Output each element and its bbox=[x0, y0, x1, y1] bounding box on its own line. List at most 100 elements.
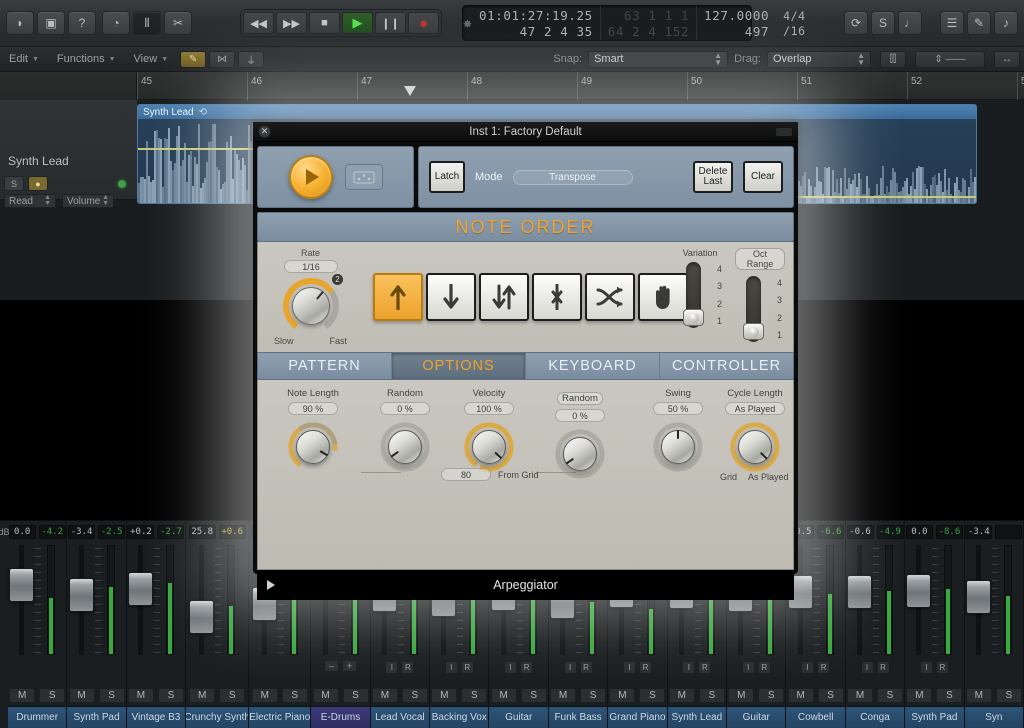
channel-solo-button[interactable]: S bbox=[698, 688, 725, 703]
note-length-random-value[interactable]: 0 % bbox=[380, 402, 430, 415]
playhead[interactable] bbox=[404, 86, 416, 96]
order-up-button[interactable] bbox=[373, 273, 423, 321]
channel-mute-button[interactable]: M bbox=[9, 688, 36, 703]
channel-mute-button[interactable]: M bbox=[906, 688, 933, 703]
channel-input-button[interactable]: I bbox=[741, 661, 755, 674]
forward-button[interactable]: ▶▶ bbox=[276, 12, 307, 34]
channel-plus-button[interactable]: + bbox=[342, 660, 357, 672]
variation-slider[interactable]: 1 2 3 4 bbox=[678, 262, 722, 328]
drag-select[interactable]: Overlap ▲ ▼ bbox=[767, 50, 871, 68]
channel-record-button[interactable]: R bbox=[520, 661, 534, 674]
channel-name[interactable]: Cowbell bbox=[786, 706, 845, 728]
resize-handle-icon[interactable] bbox=[776, 127, 792, 136]
help-icon[interactable]: ? bbox=[68, 11, 96, 35]
rate-value-field[interactable]: 1/16 bbox=[284, 260, 338, 273]
channel-mute-button[interactable]: M bbox=[68, 688, 95, 703]
channel-record-button[interactable]: R bbox=[935, 661, 949, 674]
channel-volume-value[interactable]: -3.4 bbox=[68, 525, 96, 539]
channel-input-button[interactable]: I bbox=[801, 661, 815, 674]
channel-name[interactable]: Lead Vocal bbox=[370, 706, 430, 728]
channel-volume-value[interactable]: -0.6 bbox=[846, 525, 874, 539]
channel-mute-button[interactable]: M bbox=[609, 688, 636, 703]
channel-fader[interactable] bbox=[847, 545, 873, 655]
channel-name[interactable]: Conga bbox=[845, 706, 905, 728]
library-icon[interactable]: ◗ bbox=[6, 11, 34, 35]
channel-name[interactable]: Syn bbox=[964, 706, 1023, 728]
cycle-length-value[interactable]: As Played bbox=[725, 402, 785, 415]
latch-button[interactable]: Latch bbox=[429, 161, 465, 193]
velocity-value[interactable]: 100 % bbox=[464, 402, 514, 415]
channel-solo-button[interactable]: S bbox=[877, 688, 904, 703]
power-on-icon[interactable] bbox=[288, 155, 333, 199]
play-button[interactable]: ▶ bbox=[342, 12, 373, 34]
track-header[interactable]: Synth Lead S ● Read ▲ ▼ Volume ▲ ▼ bbox=[0, 100, 137, 208]
channel-mute-button[interactable]: M bbox=[728, 688, 755, 703]
channel-input-button[interactable]: I bbox=[444, 661, 458, 674]
variation-slider-thumb[interactable] bbox=[683, 309, 704, 326]
oct-range-slider-thumb[interactable] bbox=[743, 323, 764, 340]
channel-volume-value[interactable]: 0.0 bbox=[8, 525, 36, 539]
channel-mute-button[interactable]: M bbox=[490, 688, 517, 703]
channel-volume-value[interactable]: 0.0 bbox=[905, 525, 933, 539]
plugin-title-bar[interactable]: ✕ Inst 1: Factory Default bbox=[253, 122, 798, 142]
scissors-icon[interactable]: ✂ bbox=[164, 11, 192, 35]
channel-name[interactable]: E-Drums bbox=[311, 706, 370, 728]
mixer-channel-strip[interactable]: 0.0 -8.6 I R M S Synth Pad bbox=[905, 521, 965, 728]
swing-knob[interactable] bbox=[651, 420, 705, 474]
channel-mute-button[interactable]: M bbox=[965, 688, 992, 703]
channel-solo-button[interactable]: S bbox=[758, 688, 785, 703]
loops-icon[interactable]: ♪ bbox=[994, 11, 1018, 35]
channel-mute-button[interactable]: M bbox=[431, 688, 458, 703]
channel-input-button[interactable]: I bbox=[860, 661, 874, 674]
channel-mute-button[interactable]: M bbox=[787, 688, 814, 703]
channel-name[interactable]: Drummer bbox=[8, 706, 67, 728]
channel-name[interactable]: Synth Lead bbox=[667, 706, 727, 728]
channel-input-button[interactable]: I bbox=[682, 661, 696, 674]
swing-value[interactable]: 50 % bbox=[653, 402, 703, 415]
channel-peak-value[interactable]: -4.9 bbox=[876, 525, 904, 539]
velocity-sub-value[interactable]: 80 bbox=[441, 468, 491, 481]
vertical-zoom-icon[interactable]: ⇕ —— bbox=[915, 50, 985, 68]
channel-name[interactable]: Funk Bass bbox=[548, 706, 608, 728]
smart-controls-icon[interactable]: ◔ bbox=[102, 11, 130, 35]
channel-name[interactable]: Crunchy Synth bbox=[186, 706, 249, 728]
automation-mode-select[interactable]: Read ▲ ▼ bbox=[4, 194, 56, 208]
channel-input-button[interactable]: I bbox=[622, 661, 636, 674]
channel-solo-button[interactable]: S bbox=[936, 688, 963, 703]
tab-pattern[interactable]: PATTERN bbox=[258, 353, 392, 379]
channel-volume-value[interactable]: +0.2 bbox=[127, 525, 155, 539]
snap-select[interactable]: Smart ▲ ▼ bbox=[588, 50, 729, 68]
channel-name[interactable]: Guitar bbox=[727, 706, 786, 728]
oct-range-label[interactable]: Oct Range bbox=[735, 248, 785, 270]
channel-input-button[interactable]: I bbox=[919, 661, 933, 674]
channel-name[interactable]: Synth Pad bbox=[905, 706, 964, 728]
channel-record-button[interactable]: R bbox=[579, 661, 593, 674]
filter-icon[interactable]: ⏚ bbox=[238, 50, 265, 68]
mixer-channel-strip[interactable]: 25.8 +0.6 M S Crunchy Synth bbox=[186, 521, 250, 728]
clear-button[interactable]: Clear bbox=[743, 161, 783, 193]
note-length-knob[interactable] bbox=[286, 420, 340, 474]
cycle-icon[interactable]: ⟳ bbox=[844, 11, 868, 35]
channel-name[interactable]: Backing Vox bbox=[430, 706, 489, 728]
automation-param-select[interactable]: Volume ▲ ▼ bbox=[62, 194, 114, 208]
horizontal-zoom-icon[interactable]: ↔ bbox=[994, 50, 1020, 68]
channel-input-button[interactable]: I bbox=[385, 661, 399, 674]
channel-record-button[interactable]: R bbox=[698, 661, 712, 674]
channel-fader[interactable] bbox=[127, 545, 153, 655]
mixer-channel-strip[interactable]: -3.4 M S Syn bbox=[964, 521, 1024, 728]
channel-record-button[interactable]: R bbox=[876, 661, 890, 674]
mixer-channel-strip[interactable]: -3.4 -2.5 M S Synth Pad bbox=[67, 521, 127, 728]
velocity-random-knob[interactable] bbox=[553, 427, 607, 481]
channel-solo-button[interactable]: S bbox=[401, 688, 428, 703]
channel-record-button[interactable]: R bbox=[757, 661, 771, 674]
velocity-random-label[interactable]: Random bbox=[557, 392, 603, 405]
channel-fader[interactable] bbox=[68, 545, 94, 655]
screenshot-icon[interactable]: ▣ bbox=[37, 11, 65, 35]
tab-controller[interactable]: CONTROLLER bbox=[660, 353, 793, 379]
flex-tool-icon[interactable]: ⋈ bbox=[209, 50, 236, 68]
disclosure-triangle-icon[interactable] bbox=[267, 580, 275, 590]
channel-peak-value[interactable]: -6.6 bbox=[817, 525, 845, 539]
arm-record-icon[interactable]: ● bbox=[28, 176, 48, 191]
record-button[interactable]: ● bbox=[408, 12, 439, 34]
order-down-up-button[interactable] bbox=[479, 273, 529, 321]
